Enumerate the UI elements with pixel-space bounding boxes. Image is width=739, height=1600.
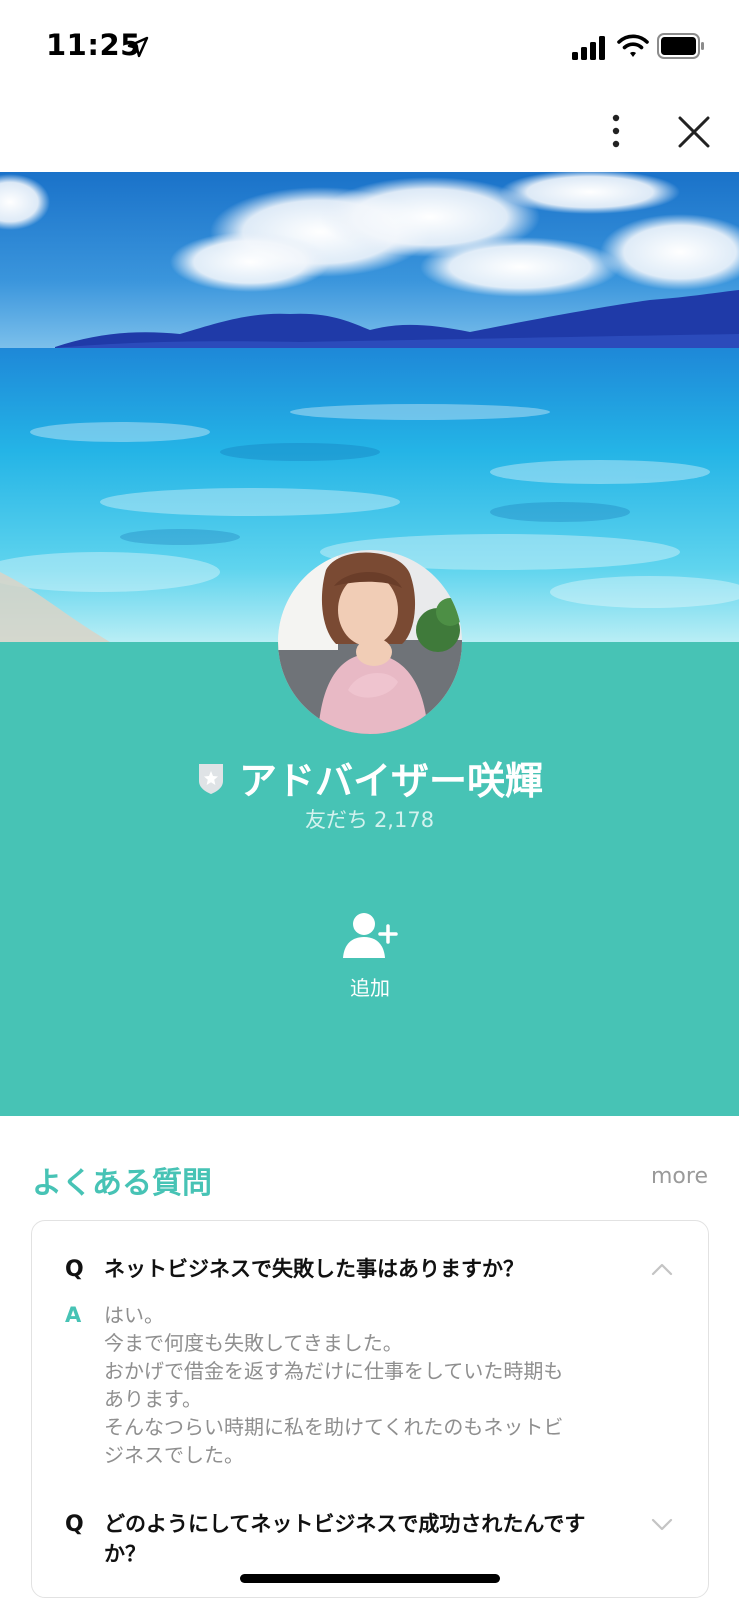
close-icon[interactable] xyxy=(676,114,712,150)
faq-question-1[interactable]: ネットビジネスで失敗した事はありますか？ xyxy=(104,1254,574,1284)
avatar[interactable] xyxy=(278,550,462,734)
answer-mark-label: A xyxy=(65,1303,82,1327)
faq-question-2[interactable]: どのようにしてネットビジネスで成功されたんです か？ xyxy=(104,1509,634,1569)
add-friend-button[interactable]: 追加 xyxy=(318,910,422,1010)
profile-name: アドバイザー咲輝 xyxy=(239,759,544,803)
question-mark-label: Q xyxy=(65,1512,84,1537)
shield-star-icon xyxy=(198,763,223,794)
add-user-icon xyxy=(343,913,398,958)
friends-count: 友だち 2,178 xyxy=(0,804,739,834)
faq-header: よくある質問 more xyxy=(32,1158,708,1201)
chevron-up-icon[interactable] xyxy=(650,1261,674,1277)
answer-line: 今まで何度も失敗してきました。 xyxy=(104,1331,403,1355)
answer-line: そんなつらい時期に私を助けてくれたのもネットビ xyxy=(104,1415,564,1439)
answer-line: おかげで借金を返す為だけに仕事をしていた時期も xyxy=(104,1359,564,1383)
friends-label: 友だち xyxy=(304,808,368,832)
top-header xyxy=(0,90,739,172)
add-label: 追加 xyxy=(350,976,390,1000)
answer-line: あります。 xyxy=(104,1387,202,1411)
chevron-down-icon[interactable] xyxy=(650,1517,674,1533)
answer-line: ジネスでした。 xyxy=(104,1443,244,1467)
friends-number: 2,178 xyxy=(373,808,435,832)
status-bar: 11:25 xyxy=(0,0,739,90)
faq-more-link[interactable]: more xyxy=(651,1164,708,1189)
question-line: どのようにしてネットビジネスで成功されたんです xyxy=(104,1512,586,1536)
wifi-icon xyxy=(617,34,649,57)
question-mark-label: Q xyxy=(65,1257,84,1282)
faq-answer-1: はい。 今まで何度も失敗してきました。 おかげで借金を返す為だけに仕事をしていた… xyxy=(104,1301,634,1469)
faq-title: よくある質問 xyxy=(32,1166,212,1201)
more-vertical-icon[interactable] xyxy=(600,110,632,152)
profile-name-row: アドバイザー咲輝 xyxy=(0,750,739,803)
faq-card: Q ネットビジネスで失敗した事はありますか？ A はい。 今まで何度も失敗してき… xyxy=(31,1220,709,1598)
cellular-signal-icon xyxy=(572,36,605,60)
answer-line: はい。 xyxy=(104,1303,164,1327)
home-indicator[interactable] xyxy=(240,1574,500,1583)
question-line: か？ xyxy=(104,1542,146,1566)
battery-icon xyxy=(657,33,704,59)
location-arrow-icon xyxy=(127,36,149,58)
